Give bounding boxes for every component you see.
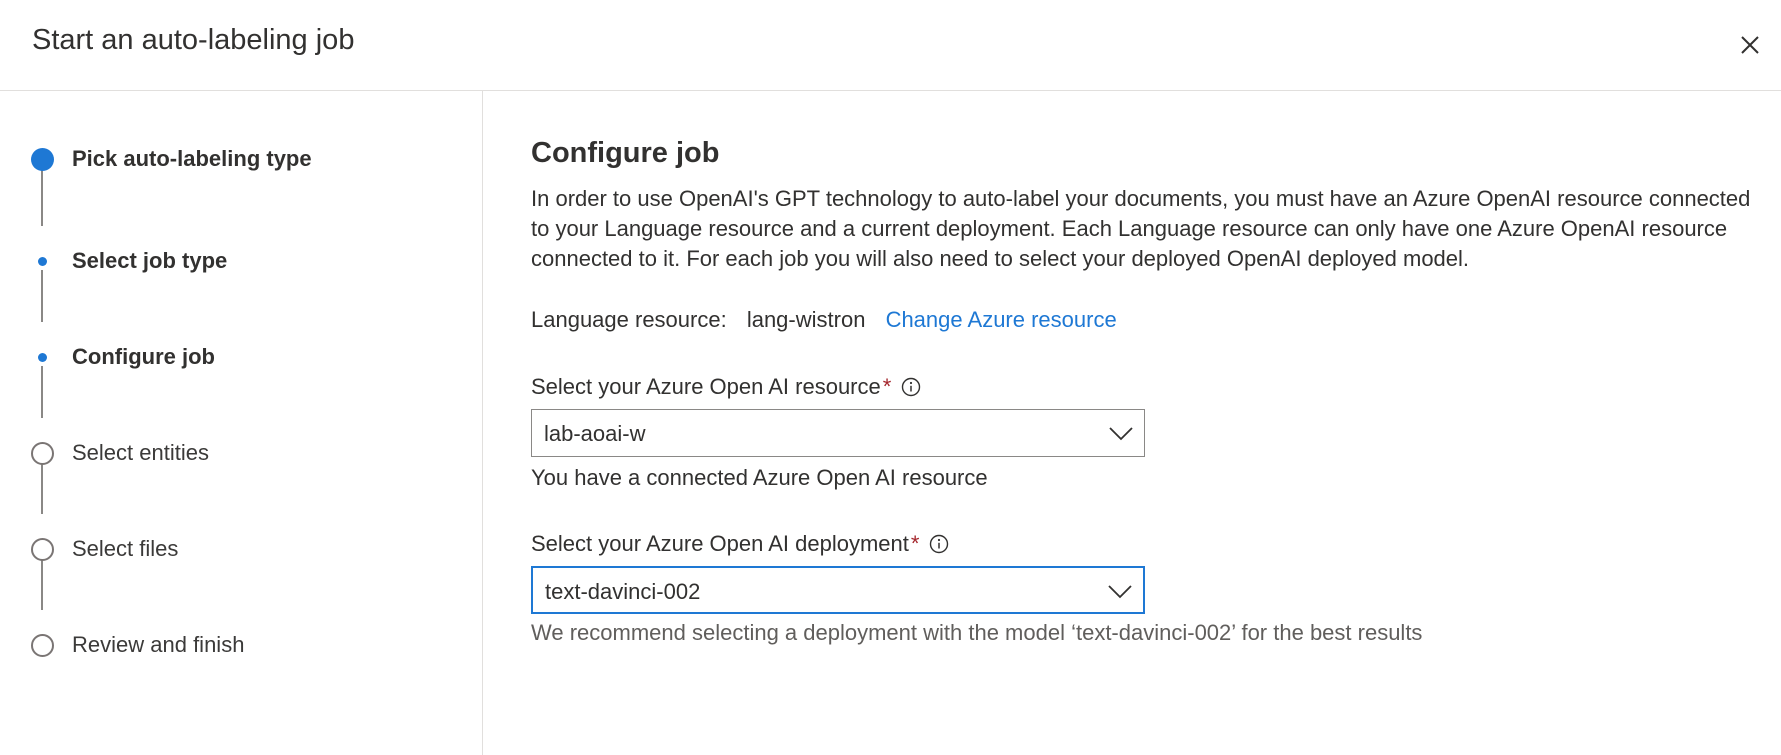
dialog-title: Start an auto-labeling job <box>32 24 355 56</box>
required-mark: * <box>910 531 920 556</box>
step-label: Pick auto-labeling type <box>72 146 312 171</box>
aoai-resource-dropdown[interactable]: lab-aoai-w <box>531 409 1145 457</box>
step-label: Review and finish <box>72 632 245 657</box>
step-pick-type[interactable]: Pick auto-labeling type <box>0 140 483 180</box>
aoai-deployment-label: Select your Azure Open AI deployment * <box>531 531 949 557</box>
section-heading: Configure job <box>531 137 720 169</box>
step-substep-icon <box>38 353 47 362</box>
step-upcoming-icon <box>31 634 54 657</box>
step-current-icon <box>31 148 54 171</box>
step-review-finish[interactable]: Review and finish <box>0 626 483 666</box>
change-resource-link[interactable]: Change Azure resource <box>886 307 1117 332</box>
step-upcoming-icon <box>31 442 54 465</box>
info-icon[interactable] <box>901 377 921 397</box>
step-label: Select job type <box>72 248 228 273</box>
dropdown-selected-value: lab-aoai-w <box>544 421 646 446</box>
step-label: Select files <box>72 536 179 561</box>
aoai-resource-helper: You have a connected Azure Open AI resou… <box>531 465 988 490</box>
wizard-steps: Pick auto-labeling type Select job type … <box>0 91 483 755</box>
step-select-job-type[interactable]: Select job type <box>0 242 483 282</box>
dropdown-selected-value: text-davinci-002 <box>545 579 701 604</box>
step-substep-icon <box>38 257 47 266</box>
required-mark: * <box>882 374 892 399</box>
language-resource-value: lang-wistron <box>746 307 866 332</box>
close-icon[interactable] <box>1735 30 1765 60</box>
aoai-resource-label: Select your Azure Open AI resource * <box>531 374 921 400</box>
field-label-text: Select your Azure Open AI resource <box>531 374 881 399</box>
step-label: Configure job <box>72 344 215 369</box>
chevron-down-icon <box>1107 580 1133 602</box>
language-resource-row: Language resource: lang-wistron Change A… <box>531 307 1131 333</box>
aoai-deployment-helper: We recommend selecting a deployment with… <box>531 620 1423 645</box>
step-select-files[interactable]: Select files <box>0 530 483 570</box>
step-select-entities[interactable]: Select entities <box>0 434 483 474</box>
section-description: In order to use OpenAI's GPT technology … <box>531 186 1751 271</box>
info-icon[interactable] <box>929 534 949 554</box>
field-label-text: Select your Azure Open AI deployment <box>531 531 909 556</box>
step-configure-job[interactable]: Configure job <box>0 338 483 378</box>
step-label: Select entities <box>72 440 209 465</box>
step-upcoming-icon <box>31 538 54 561</box>
chevron-down-icon <box>1108 422 1134 444</box>
dialog-header: Start an auto-labeling job <box>0 0 1781 91</box>
language-resource-label: Language resource: <box>531 307 727 332</box>
aoai-deployment-dropdown[interactable]: text-davinci-002 <box>531 566 1145 614</box>
